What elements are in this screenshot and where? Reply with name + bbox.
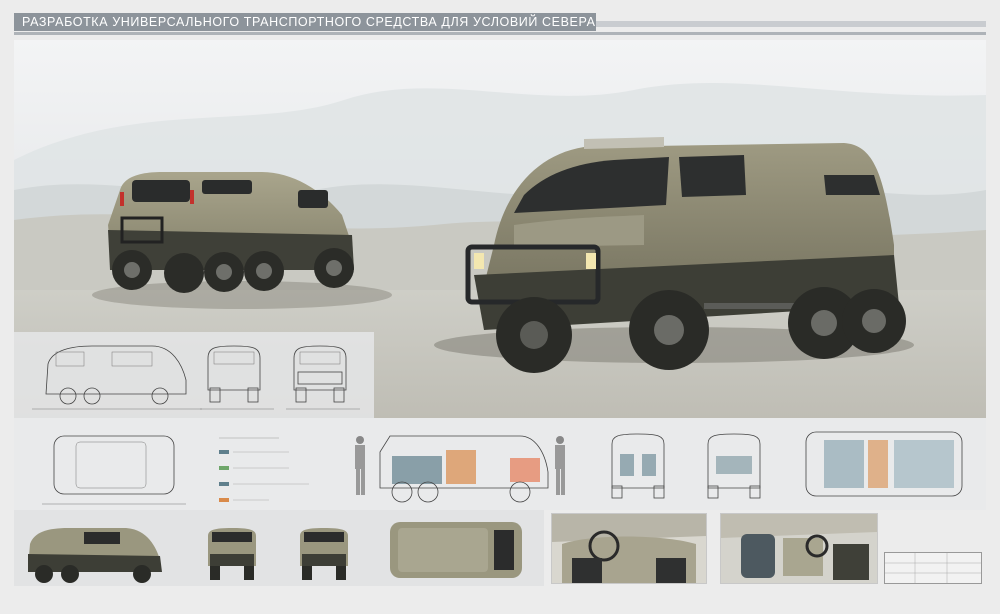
orthographic-panel — [14, 332, 374, 418]
title-band: РАЗРАБОТКА УНИВЕРСАЛЬНОГО ТРАНСПОРТНОГО … — [14, 13, 596, 31]
header-bar: РАЗРАБОТКА УНИВЕРСАЛЬНОГО ТРАНСПОРТНОГО … — [14, 13, 986, 35]
vehicle-drawing-icon — [32, 345, 360, 410]
cabin-photo-icon — [720, 513, 878, 584]
header-underline — [14, 32, 986, 35]
views-panel — [14, 510, 544, 586]
sections-drawing-icon — [42, 431, 963, 505]
legend — [219, 437, 309, 502]
interior-photo-icon — [551, 513, 707, 584]
sections-panel — [14, 418, 986, 510]
page-title: РАЗРАБОТКА УНИВЕРСАЛЬНОГО ТРАНСПОРТНОГО … — [22, 15, 596, 29]
vehicle-views-icon — [28, 522, 522, 583]
drawing-title-block — [884, 552, 982, 584]
header-rule — [596, 21, 986, 27]
